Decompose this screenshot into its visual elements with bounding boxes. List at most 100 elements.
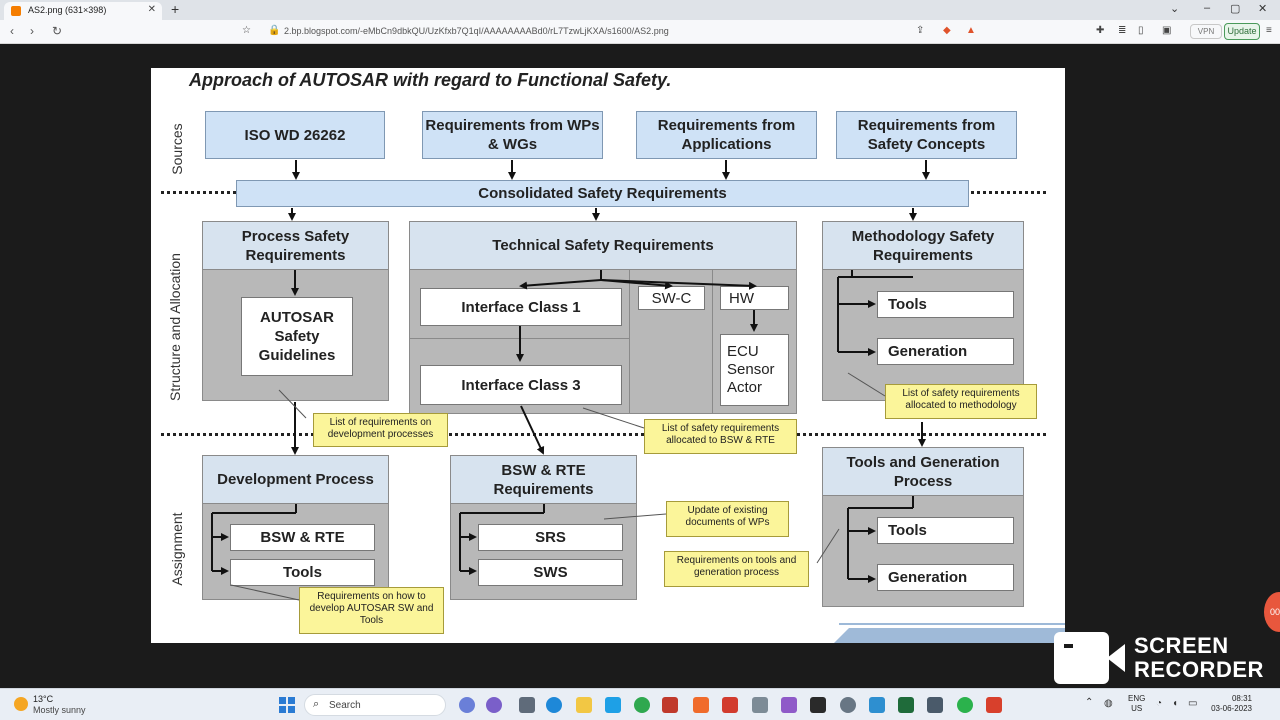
vpn-button[interactable]: VPN [1190, 24, 1222, 39]
source-safety-concepts: Requirements from Safety Concepts [836, 111, 1017, 159]
note-dev-processes: List of requirements on development proc… [313, 413, 448, 447]
battery-icon[interactable]: ▭ [1188, 698, 1197, 709]
development-process-group: Development Process BSW & RTE Tools [202, 455, 389, 600]
note-bsw-rte: List of safety requirements allocated to… [644, 419, 797, 454]
source-wps-wgs: Requirements from WPs & WGs [422, 111, 603, 159]
copilot-icon[interactable] [486, 697, 502, 713]
back-button[interactable]: ‹ [10, 24, 14, 38]
bsw-srs: SRS [478, 524, 623, 551]
new-tab-button[interactable]: + [171, 1, 179, 17]
methodology-safety-header: Methodology Safety Requirements [823, 222, 1023, 270]
region-code: US [1131, 704, 1143, 713]
forward-button[interactable]: › [30, 24, 34, 38]
tab-search-chevron-icon[interactable]: ⌄ [1170, 2, 1179, 15]
terminal-icon[interactable] [810, 697, 826, 713]
dev-bsw-rte: BSW & RTE [230, 524, 375, 551]
speaker-icon[interactable]: ◖ [1172, 698, 1178, 709]
minimize-button[interactable]: – [1204, 2, 1210, 14]
technical-divider [712, 270, 713, 414]
brave-icon[interactable] [693, 697, 709, 713]
edge-icon[interactable] [546, 697, 562, 713]
bsw-rte-requirements-group: BSW & RTE Requirements SRS SWS [450, 455, 637, 600]
winrar-icon[interactable] [781, 697, 797, 713]
wallet-icon[interactable]: ▣ [1162, 25, 1171, 36]
process-safety-group: Process Safety Requirements AUTOSAR Safe… [202, 221, 389, 401]
address-bar[interactable]: ☆ 🔒 2.bp.blogspot.com/-eMbCn9dbkQU/UzKfx… [236, 23, 960, 41]
chat-app-icon[interactable] [459, 697, 475, 713]
bookmark-icon[interactable]: ☆ [242, 25, 251, 36]
site-info-lock-icon[interactable]: 🔒 [268, 25, 280, 36]
source-applications: Requirements from Applications [636, 111, 817, 159]
network-tray-icon[interactable]: ◍ [1104, 698, 1113, 709]
weather-sun-icon[interactable] [14, 697, 28, 711]
settings-gear-icon[interactable] [840, 697, 856, 713]
reload-button[interactable]: ↻ [52, 24, 62, 38]
sidebar-icon[interactable]: ▯ [1138, 25, 1144, 36]
brave-rewards-icon[interactable]: ▲ [966, 25, 976, 36]
share-icon[interactable]: ⇪ [916, 25, 924, 36]
weather-description[interactable]: Mostly sunny [33, 705, 86, 715]
interface-class-3: Interface Class 3 [420, 365, 622, 405]
extensions-icon[interactable]: ✚ [1096, 25, 1104, 36]
windows-logo-tile [288, 697, 295, 704]
methodology-safety-group: Methodology Safety Requirements Tools Ge… [822, 221, 1024, 401]
snipping-tool-icon[interactable] [752, 697, 768, 713]
swc-box: SW-C [638, 286, 705, 310]
tab-close-icon[interactable]: ✕ [148, 4, 156, 15]
weather-temperature[interactable]: 13°C [33, 694, 53, 704]
band-label-sources: Sources [169, 123, 185, 175]
slide-title: Approach of AUTOSAR with regard to Funct… [189, 70, 672, 90]
url-text: 2.bp.blogspot.com/-eMbCn9dbkQU/UzKfxb7Q1… [284, 26, 669, 36]
camera-icon [1054, 632, 1109, 684]
slide-footer-decoration [834, 623, 1065, 643]
tools-generation-header: Tools and Generation Process [823, 448, 1023, 496]
blogger-favicon-icon [11, 6, 21, 16]
file-explorer-icon[interactable] [576, 697, 592, 713]
process-safety-header: Process Safety Requirements [203, 222, 388, 270]
camera-dot [1064, 644, 1073, 648]
update-button[interactable]: Update [1224, 23, 1260, 40]
notepad-icon[interactable] [869, 697, 885, 713]
chrome-icon[interactable] [634, 697, 650, 713]
calculator-icon[interactable] [927, 697, 943, 713]
tray-overflow-chevron-icon[interactable]: ⌃ [1085, 697, 1093, 708]
separator-assignment [161, 433, 1046, 436]
development-process-header: Development Process [203, 456, 388, 504]
note-update-docs: Update of existing documents of WPs [666, 501, 789, 537]
tools-generation-process-group: Tools and Generation Process Tools Gener… [822, 447, 1024, 607]
input-language[interactable]: ENG US [1128, 694, 1145, 714]
browser-tab[interactable]: AS2.png (631×398) ✕ [4, 2, 162, 20]
menu-icon[interactable]: ≡ [1266, 25, 1272, 36]
tools-gen-generation: Generation [877, 564, 1014, 591]
l-app-icon[interactable] [605, 697, 621, 713]
whatsapp-icon[interactable] [957, 697, 973, 713]
pycharm-icon[interactable] [898, 697, 914, 713]
start-button[interactable] [279, 697, 295, 713]
recorder-app-icon[interactable] [986, 697, 1002, 713]
system-clock[interactable]: 08:31 03-06-2023 [1206, 694, 1252, 714]
bsw-rte-requirements-header: BSW & RTE Requirements [451, 456, 636, 504]
windows-logo-tile [288, 706, 295, 713]
task-view-icon[interactable] [519, 697, 535, 713]
recorder-line-1: SCREEN [1134, 633, 1229, 658]
brave-shield-icon[interactable]: ◆ [943, 25, 951, 36]
interface-class-1: Interface Class 1 [420, 288, 622, 326]
reading-list-icon[interactable]: ≣ [1118, 25, 1126, 36]
browser-tab-bar: AS2.png (631×398) ✕ + ⌄ – ▢ ✕ [0, 0, 1280, 20]
band-label-assignment: Assignment [169, 512, 185, 586]
browser-toolbar: ‹ › ↻ ☆ 🔒 2.bp.blogspot.com/-eMbCn9dbkQU… [0, 20, 1280, 44]
maximize-button[interactable]: ▢ [1230, 2, 1240, 15]
clock-date: 03-06-2023 [1211, 704, 1252, 713]
windows-logo-tile [279, 697, 286, 704]
autosar-safety-guidelines: AUTOSAR Safety Guidelines [241, 297, 353, 376]
wps-office-icon[interactable] [722, 697, 738, 713]
close-window-button[interactable]: ✕ [1258, 2, 1267, 15]
language-code: ENG [1128, 694, 1146, 703]
wifi-icon[interactable]: ◔ [1156, 698, 1162, 709]
search-icon: ⌕ [313, 698, 320, 710]
mcafee-icon[interactable] [662, 697, 678, 713]
methodology-generation: Generation [877, 338, 1014, 365]
technical-safety-group: Technical Safety Requirements Interface … [409, 221, 797, 414]
taskbar-search[interactable]: ⌕ Search [304, 694, 446, 716]
dev-tools: Tools [230, 559, 375, 586]
